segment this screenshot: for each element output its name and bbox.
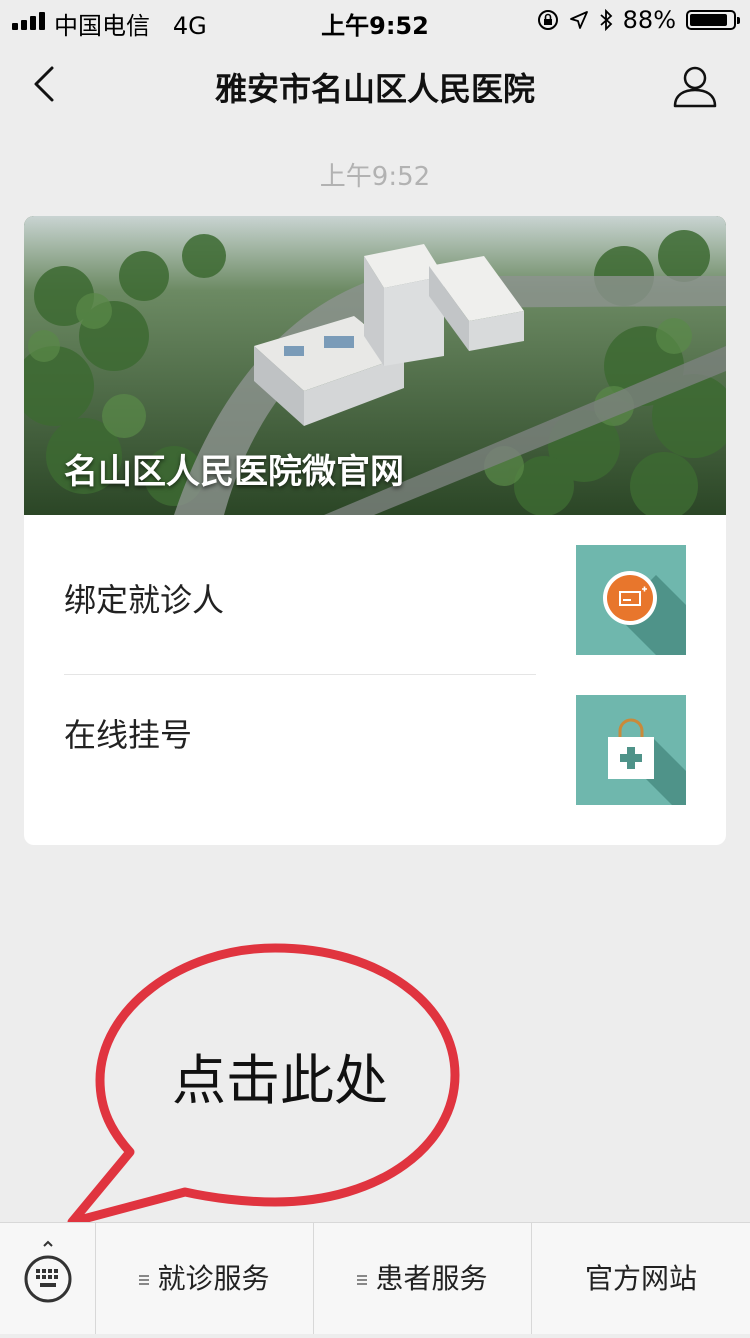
banner-title: 名山区人民医院微官网: [64, 452, 404, 492]
article-card[interactable]: 名山区人民医院微官网 绑定就诊人 在线挂号: [24, 216, 726, 845]
menu-visit-services[interactable]: 就诊服务: [96, 1223, 314, 1334]
menu-official-website[interactable]: 官方网站: [532, 1223, 750, 1334]
keyboard-toggle-button[interactable]: [0, 1223, 96, 1334]
menu-label: 就诊服务: [157, 1262, 270, 1295]
page-title: 雅安市名山区人民医院: [214, 70, 535, 108]
message-timestamp: 上午9:52: [319, 162, 431, 192]
annotation-text: 点击此处: [172, 1049, 388, 1112]
submenu-icon: [139, 1274, 150, 1286]
menu-label: 官方网站: [584, 1262, 697, 1295]
navigation-bar: 雅安市名山区人民医院: [0, 42, 750, 128]
list-item-label: 绑定就诊人: [64, 581, 225, 619]
bottom-menu-bar: 就诊服务 患者服务 官方网站: [0, 1222, 750, 1334]
bluetooth-icon: [600, 9, 612, 31]
submenu-icon: [357, 1274, 368, 1286]
battery-percent: 88%: [622, 6, 676, 34]
list-item-bind-patient[interactable]: 绑定就诊人: [24, 515, 726, 665]
menu-label: 患者服务: [375, 1262, 488, 1295]
medical-bag-icon: [576, 695, 686, 805]
orientation-lock-icon: [537, 10, 558, 30]
battery-icon: [686, 10, 740, 30]
menu-patient-services[interactable]: 患者服务: [314, 1223, 532, 1334]
battery-level: [690, 14, 727, 26]
location-icon: [569, 11, 588, 29]
list-item-label: 在线挂号: [64, 716, 193, 754]
banner-image[interactable]: 名山区人民医院微官网: [24, 216, 726, 515]
id-card-icon: [576, 545, 686, 655]
person-icon[interactable]: [672, 64, 718, 110]
list-item-online-registration[interactable]: 在线挂号: [24, 665, 726, 815]
keyboard-icon: [24, 1240, 72, 1303]
status-bar: 中国电信 4G 上午9:52 88%: [0, 0, 750, 42]
